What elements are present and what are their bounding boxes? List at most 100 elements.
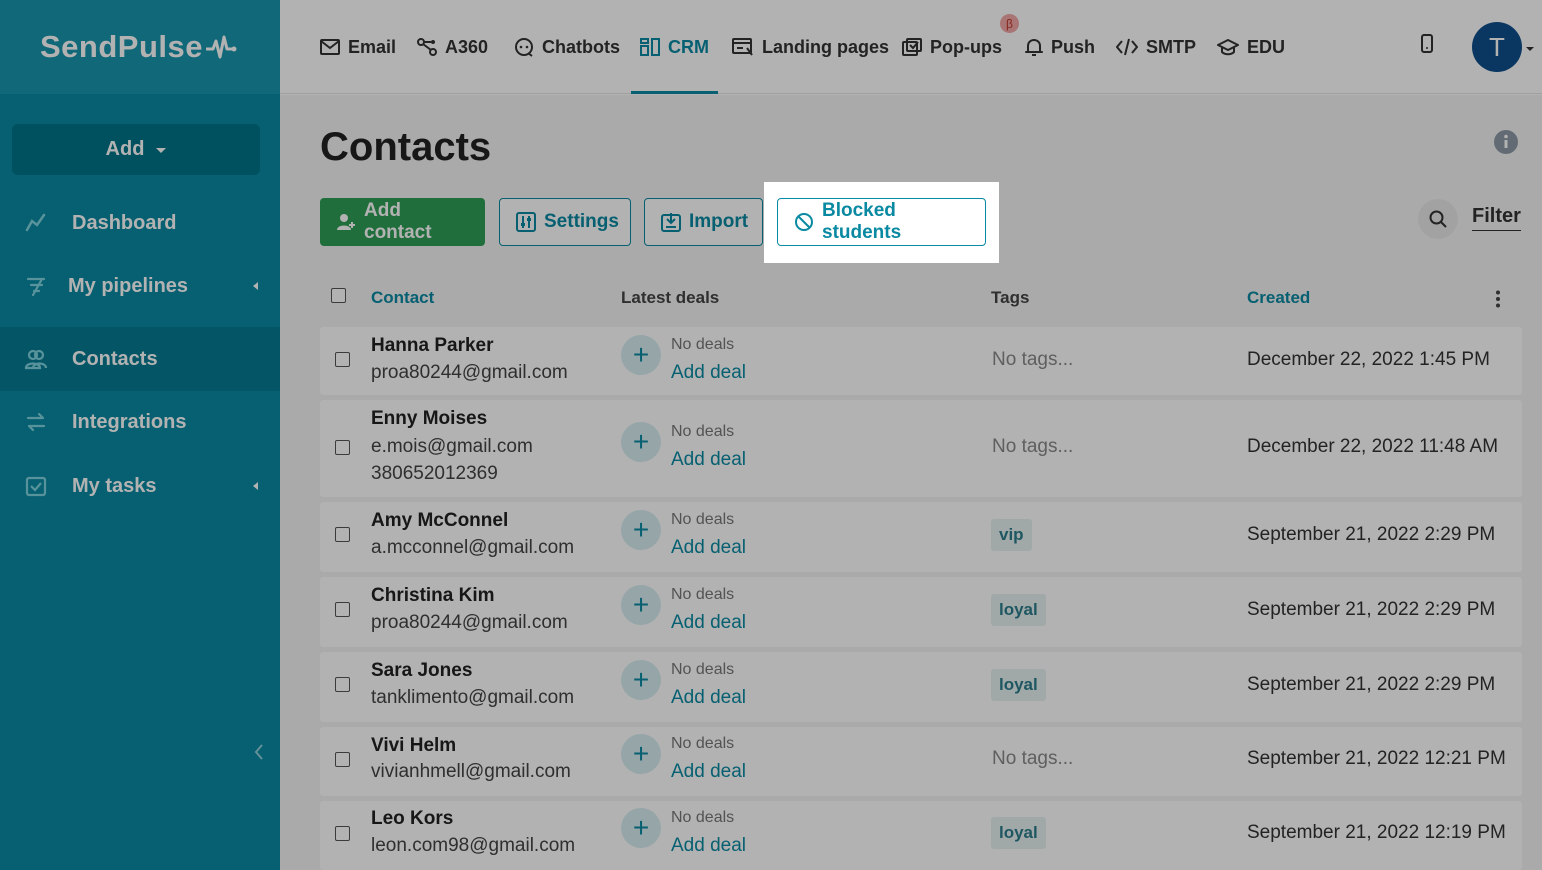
row-checkbox[interactable] — [335, 602, 350, 617]
row-checkbox[interactable] — [335, 352, 350, 367]
created-date: September 21, 2022 2:29 PM — [1247, 524, 1496, 545]
contact-name[interactable]: Enny Moises — [371, 408, 487, 430]
settings-button[interactable]: Settings — [499, 198, 631, 246]
sidebar-item-label: My pipelines — [68, 274, 189, 297]
tab-pop-ups[interactable]: Pop-ups — [902, 0, 1002, 94]
add-deal-link[interactable]: Add deal — [671, 761, 746, 783]
column-latest-deals: Latest deals — [621, 288, 720, 307]
plus-icon: + — [632, 664, 650, 695]
add-deal-plus-button[interactable]: + — [621, 808, 661, 848]
contact-name[interactable]: Leo Kors — [371, 808, 453, 830]
contact-name[interactable]: Hanna Parker — [371, 335, 494, 357]
row-checkbox[interactable] — [335, 826, 350, 841]
contact-email: e.mois@gmail.com — [371, 436, 533, 457]
created-date: September 21, 2022 2:29 PM — [1247, 599, 1496, 620]
tag-badge[interactable]: loyal — [991, 817, 1046, 849]
tab-chatbots[interactable]: Chatbots — [514, 0, 620, 94]
add-deal-plus-button[interactable]: + — [621, 422, 661, 462]
add-deal-plus-button[interactable]: + — [621, 734, 661, 774]
table-row[interactable]: Vivi Helm vivianhmell@gmail.com + No dea… — [320, 727, 1522, 796]
mobile-app-icon[interactable] — [1420, 34, 1434, 54]
table-row[interactable]: Hanna Parker proa80244@gmail.com + No de… — [320, 327, 1522, 395]
info-icon[interactable] — [1494, 130, 1518, 154]
beta-badge: β — [1000, 14, 1019, 33]
tab-a360[interactable]: A360 — [417, 0, 488, 94]
table-row[interactable]: Amy McConnel a.mcconnel@gmail.com + No d… — [320, 502, 1522, 572]
search-button[interactable] — [1418, 199, 1458, 239]
add-contact-button[interactable]: Add contact — [320, 198, 485, 246]
row-checkbox[interactable] — [335, 440, 350, 455]
sidebar-item-my-pipelines[interactable]: My pipelines — [0, 254, 280, 318]
sidebar-item-contacts[interactable]: Contacts — [0, 327, 280, 391]
add-deal-plus-button[interactable]: + — [621, 335, 661, 375]
sidebar: SendPulse Add Dashboard My pipelines Con… — [0, 0, 280, 870]
sidebar-item-dashboard[interactable]: Dashboard — [0, 191, 280, 255]
created-date: December 22, 2022 1:45 PM — [1247, 349, 1490, 370]
contact-email: tanklimento@gmail.com — [371, 687, 575, 708]
add-deal-link[interactable]: Add deal — [671, 835, 746, 857]
contact-name[interactable]: Amy McConnel — [371, 510, 508, 532]
add-deal-link[interactable]: Add deal — [671, 612, 746, 634]
column-contact[interactable]: Contact — [371, 288, 434, 308]
plus-icon: + — [632, 514, 650, 545]
add-deal-link[interactable]: Add deal — [671, 449, 746, 471]
no-deals-text: No deals — [671, 735, 735, 752]
integrations-icon — [24, 410, 48, 434]
table-row[interactable]: Leo Kors leon.com98@gmail.com + No deals… — [320, 801, 1522, 870]
tab-push[interactable]: Push — [1025, 0, 1095, 94]
add-deal-plus-button[interactable]: + — [621, 660, 661, 700]
landing-icon — [732, 38, 754, 56]
add-deal-link[interactable]: Add deal — [671, 687, 746, 709]
sidebar-item-my-tasks[interactable]: My tasks — [0, 454, 280, 518]
filter-link[interactable]: Filter — [1472, 205, 1521, 231]
row-checkbox[interactable] — [335, 527, 350, 542]
a360-icon — [417, 38, 437, 56]
no-tags-text[interactable]: No tags... — [992, 748, 1073, 770]
contact-email: proa80244@gmail.com — [371, 362, 568, 383]
contact-name[interactable]: Sara Jones — [371, 660, 472, 682]
tab-smtp[interactable]: SMTP — [1116, 0, 1196, 94]
contact-name[interactable]: Christina Kim — [371, 585, 495, 607]
select-all-checkbox[interactable] — [331, 288, 346, 303]
add-button[interactable]: Add — [12, 124, 260, 175]
created-date: September 21, 2022 12:21 PM — [1247, 748, 1506, 769]
sidebar-item-integrations[interactable]: Integrations — [0, 390, 280, 454]
tab-email[interactable]: Email — [320, 0, 396, 94]
tag-badge[interactable]: vip — [991, 519, 1032, 551]
add-deal-link[interactable]: Add deal — [671, 537, 746, 559]
more-vertical-icon[interactable] — [1495, 290, 1501, 308]
table-row[interactable]: Enny Moises e.mois@gmail.com 38065201236… — [320, 400, 1522, 497]
caret-down-icon[interactable] — [1526, 47, 1534, 51]
tab-label: Landing pages — [762, 36, 890, 57]
no-deals-text: No deals — [671, 661, 735, 678]
no-tags-text[interactable]: No tags... — [992, 436, 1073, 458]
collapse-sidebar-icon[interactable] — [252, 742, 266, 762]
no-deals-text: No deals — [671, 423, 735, 440]
add-button-label: Add — [105, 138, 145, 160]
row-checkbox[interactable] — [335, 677, 350, 692]
page-title: Contacts — [320, 125, 492, 169]
row-checkbox[interactable] — [335, 752, 350, 767]
sendpulse-logo[interactable]: SendPulse — [40, 29, 237, 65]
tag-badge[interactable]: loyal — [991, 594, 1046, 626]
contact-name[interactable]: Vivi Helm — [371, 735, 456, 757]
no-tags-text[interactable]: No tags... — [992, 349, 1073, 371]
table-row[interactable]: Christina Kim proa80244@gmail.com + No d… — [320, 577, 1522, 647]
tab-edu[interactable]: EDU — [1217, 0, 1285, 94]
top-navigation: Email A360 Chatbots CRM Landing pages Po… — [280, 0, 1542, 94]
add-deal-link[interactable]: Add deal — [671, 362, 746, 384]
sidebar-item-label: My tasks — [72, 474, 157, 497]
add-deal-plus-button[interactable]: + — [621, 585, 661, 625]
created-date: December 22, 2022 11:48 AM — [1247, 436, 1499, 457]
table-row[interactable]: Sara Jones tanklimento@gmail.com + No de… — [320, 652, 1522, 722]
add-deal-plus-button[interactable]: + — [621, 510, 661, 550]
created-date: September 21, 2022 2:29 PM — [1247, 674, 1496, 695]
import-button[interactable]: Import — [644, 198, 763, 246]
column-created[interactable]: Created — [1247, 288, 1310, 308]
tag-badge[interactable]: loyal — [991, 669, 1046, 701]
contact-email: vivianhmell@gmail.com — [371, 761, 571, 782]
blocked-students-button[interactable]: Blocked students — [777, 198, 986, 246]
avatar[interactable]: T — [1472, 22, 1522, 72]
tab-crm[interactable]: CRM — [640, 0, 709, 94]
tab-landing-pages[interactable]: Landing pages — [732, 0, 889, 94]
